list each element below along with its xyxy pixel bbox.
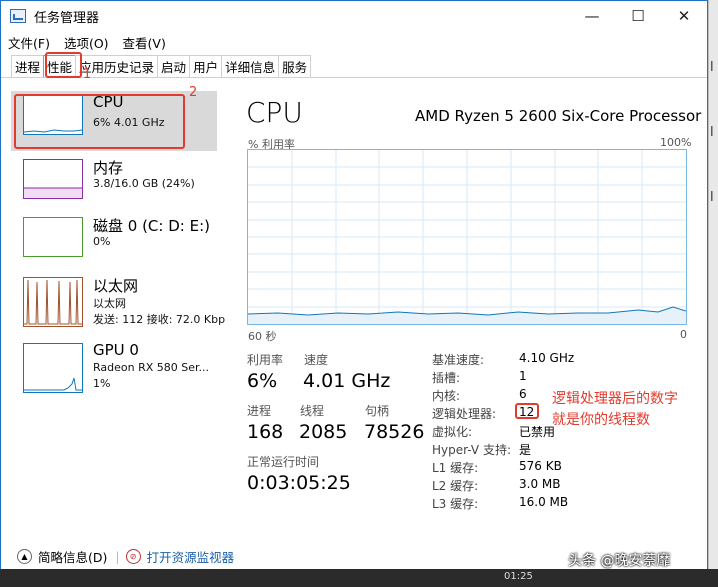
- processes-value: 168: [247, 421, 284, 443]
- handles-value: 78526: [364, 421, 425, 443]
- watermark: 头条 @晚安萘靡: [568, 553, 671, 569]
- open-resource-monitor-link[interactable]: 打开资源监视器: [147, 547, 235, 566]
- annotation-line: 逻辑处理器后的数字: [552, 391, 678, 407]
- annotation-note: 逻辑处理器后的数字 就是你的线程数: [552, 389, 678, 431]
- minimize-button[interactable]: —: [569, 1, 615, 31]
- info-value: 3.0 MB: [519, 477, 561, 491]
- graph-time-label: 60 秒: [248, 330, 277, 343]
- sidebar-item-sub2: 1%: [93, 377, 111, 390]
- uptime-value: 0:03:05:25: [247, 472, 351, 494]
- graph-y-min: 0: [680, 328, 687, 341]
- sidebar-item-sub: 0%: [93, 235, 111, 248]
- speed-value: 4.01 GHz: [303, 370, 391, 392]
- taskbar-time: 01:25: [504, 571, 533, 582]
- gpu-thumbnail-graph: [23, 343, 83, 393]
- utilization-label: 利用率: [247, 353, 284, 367]
- sidebar-item-sub: 3.8/16.0 GB (24%): [93, 177, 195, 190]
- sidebar-item-label: GPU 0: [93, 341, 139, 359]
- memory-thumbnail-graph: [23, 159, 83, 199]
- info-label: 内核:: [432, 389, 461, 403]
- menu-bar: 文件(F) 选项(O) 查看(V): [1, 31, 173, 53]
- info-label: 虚拟化:: [432, 425, 473, 439]
- info-value: 已禁用: [519, 425, 556, 439]
- info-label: L3 缓存:: [432, 497, 479, 511]
- sidebar-item-ethernet[interactable]: 以太网 以太网 发送: 112 接收: 72.0 Kbp: [11, 273, 225, 333]
- menu-view[interactable]: 查看(V): [116, 33, 173, 52]
- info-value: 是: [519, 443, 532, 457]
- uptime-label: 正常运行时间: [247, 455, 320, 469]
- info-value: 576 KB: [519, 459, 562, 473]
- maximize-button[interactable]: ☐: [615, 1, 661, 31]
- item-annotation-number: 2: [189, 85, 198, 100]
- tab-processes[interactable]: 进程: [11, 55, 45, 77]
- sidebar-item-gpu[interactable]: GPU 0 Radeon RX 580 Ser... 1%: [11, 339, 217, 399]
- title-bar: 任务管理器 — ☐ ✕: [1, 1, 707, 31]
- tab-details[interactable]: 详细信息: [221, 55, 280, 77]
- utilization-value: 6%: [247, 370, 278, 392]
- menu-options[interactable]: 选项(O): [57, 33, 116, 52]
- sidebar-item-label: 内存: [93, 159, 124, 177]
- info-label: 逻辑处理器:: [432, 407, 497, 421]
- sidebar-item-sub: Radeon RX 580 Ser...: [93, 361, 210, 374]
- info-value: 16.0 MB: [519, 495, 569, 509]
- tab-services[interactable]: 服务: [278, 55, 312, 77]
- disk-thumbnail-graph: [23, 217, 83, 257]
- threads-label: 线程: [300, 404, 325, 418]
- window-title: 任务管理器: [34, 10, 100, 26]
- processor-name: AMD Ryzen 5 2600 Six-Core Processor: [415, 107, 702, 125]
- info-label: L1 缓存:: [432, 461, 479, 475]
- pane-title: CPU: [246, 96, 303, 129]
- chevron-up-icon[interactable]: ▲: [17, 548, 32, 564]
- tab-highlight-box: [45, 52, 82, 78]
- graph-y-max: 100%: [660, 136, 692, 149]
- info-label: Hyper-V 支持:: [432, 443, 511, 457]
- tab-divider: [1, 77, 707, 78]
- divider: |: [115, 548, 120, 564]
- cpu-highlight-box: [14, 94, 185, 149]
- info-label: L2 缓存:: [432, 479, 479, 493]
- menu-file[interactable]: 文件(F): [1, 33, 57, 52]
- handles-label: 句柄: [365, 404, 390, 418]
- info-value: 4.10 GHz: [519, 351, 575, 365]
- processes-label: 进程: [247, 404, 272, 418]
- ethernet-thumbnail-graph: [23, 277, 83, 327]
- info-label: 基准速度:: [432, 353, 485, 367]
- cpu-utilization-graph: [247, 149, 687, 325]
- tab-startup[interactable]: 启动: [157, 55, 191, 77]
- taskbar: 01:25: [0, 569, 718, 587]
- resource-monitor-icon[interactable]: ⊘: [125, 548, 141, 564]
- tab-annotation-number: 1: [83, 67, 92, 82]
- info-value: 1: [519, 369, 527, 383]
- sidebar-item-disk[interactable]: 磁盘 0 (C: D: E:) 0%: [11, 213, 217, 273]
- brief-info-link[interactable]: 简略信息(D): [38, 547, 107, 566]
- sidebar-item-sub: 以太网: [93, 297, 126, 310]
- sidebar-item-label: 磁盘 0 (C: D: E:): [93, 217, 210, 235]
- sidebar-item-sub2: 发送: 112 接收: 72.0 Kbp: [93, 313, 226, 326]
- sidebar-item-memory[interactable]: 内存 3.8/16.0 GB (24%): [11, 155, 217, 215]
- close-button[interactable]: ✕: [661, 1, 707, 31]
- logical-processors-highlight-box: [515, 403, 539, 419]
- speed-label: 速度: [304, 353, 329, 367]
- task-manager-window: 任务管理器 — ☐ ✕ 文件(F) 选项(O) 查看(V) 进程 性能 应用历史…: [0, 0, 708, 587]
- info-value: 6: [519, 387, 527, 401]
- tab-users[interactable]: 用户: [189, 55, 223, 77]
- sidebar-item-label: 以太网: [93, 277, 139, 295]
- annotation-line: 就是你的线程数: [552, 412, 650, 428]
- task-manager-icon: [10, 9, 26, 23]
- background-window-edge: lll: [708, 0, 718, 587]
- threads-value: 2085: [299, 421, 348, 443]
- info-label: 插槽:: [432, 371, 461, 385]
